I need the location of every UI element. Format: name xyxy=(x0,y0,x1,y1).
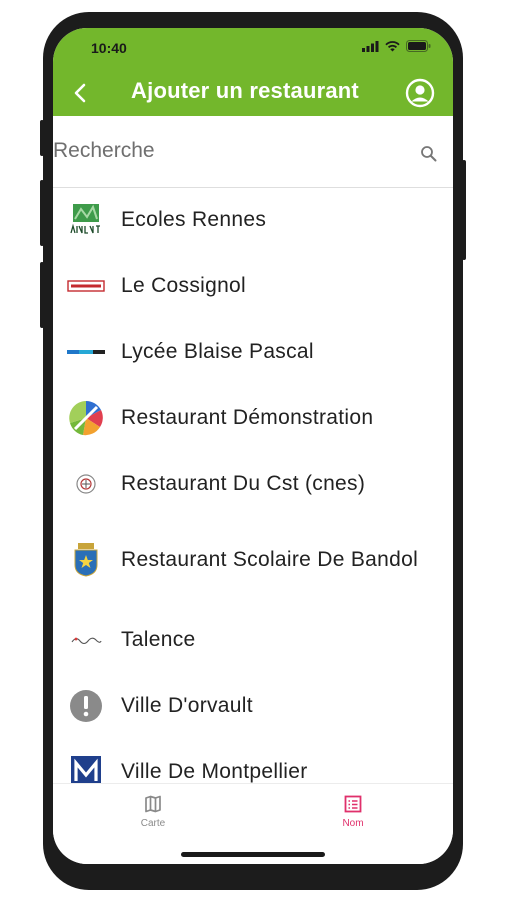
restaurant-name: Lycée Blaise Pascal xyxy=(121,340,314,363)
signal-icon xyxy=(362,40,379,52)
cossignol-logo xyxy=(67,267,105,305)
battery-icon xyxy=(406,40,431,52)
back-button[interactable] xyxy=(67,78,93,108)
page-title: Ajouter un restaurant xyxy=(131,78,359,103)
chevron-left-icon xyxy=(74,83,86,103)
status-icons xyxy=(362,40,431,52)
list-item[interactable]: Le Cossignol xyxy=(53,263,453,309)
list-item[interactable]: Restaurant Du Cst (cnes) xyxy=(53,461,453,507)
list-alt-icon xyxy=(344,795,362,813)
list-item[interactable]: Restaurant Scolaire De Bandol xyxy=(53,527,453,593)
account-circle-icon xyxy=(405,78,435,108)
tab-nom-label: Nom xyxy=(342,818,364,829)
home-indicator xyxy=(181,852,325,857)
profile-button[interactable] xyxy=(405,78,435,108)
restaurant-name: Talence xyxy=(121,628,196,651)
exclamation-icon xyxy=(67,687,105,725)
list-item[interactable]: Restaurant Démonstration xyxy=(53,395,453,441)
list-item[interactable]: Ville D'orvault xyxy=(53,683,453,729)
search-bar xyxy=(53,116,453,188)
tab-nom[interactable]: Nom xyxy=(313,794,393,829)
blaise-pascal-logo xyxy=(67,333,105,371)
wifi-icon xyxy=(385,40,400,51)
restaurant-name: Restaurant Du Cst (cnes) xyxy=(121,472,366,495)
search-icon[interactable] xyxy=(419,144,439,164)
demonstration-logo xyxy=(67,399,105,437)
rennes-logo xyxy=(67,201,105,239)
list-item[interactable]: Ecoles Rennes xyxy=(53,197,453,243)
talence-logo xyxy=(67,621,105,659)
restaurant-name: Ville De Montpellier xyxy=(121,760,308,783)
app-bar: 10:40 Ajouter un restaurant xyxy=(53,28,453,116)
app-screen: 10:40 Ajouter un restaurant Recherche Ec… xyxy=(53,28,453,864)
status-time: 10:40 xyxy=(91,40,127,56)
map-icon xyxy=(145,795,161,813)
restaurant-name: Ville D'orvault xyxy=(121,694,253,717)
bandol-crest-logo xyxy=(67,541,105,579)
restaurant-name: Ecoles Rennes xyxy=(121,208,267,231)
restaurant-name: Restaurant Démonstration xyxy=(121,406,374,429)
search-input[interactable] xyxy=(53,134,403,168)
cnes-logo xyxy=(67,465,105,503)
tab-carte[interactable]: Carte xyxy=(113,794,193,829)
list-item[interactable]: Talence xyxy=(53,617,453,663)
tab-carte-label: Carte xyxy=(140,818,166,829)
restaurant-name: Restaurant Scolaire De Bandol xyxy=(121,548,419,571)
list-item[interactable]: Lycée Blaise Pascal xyxy=(53,329,453,375)
restaurant-name: Le Cossignol xyxy=(121,274,247,297)
